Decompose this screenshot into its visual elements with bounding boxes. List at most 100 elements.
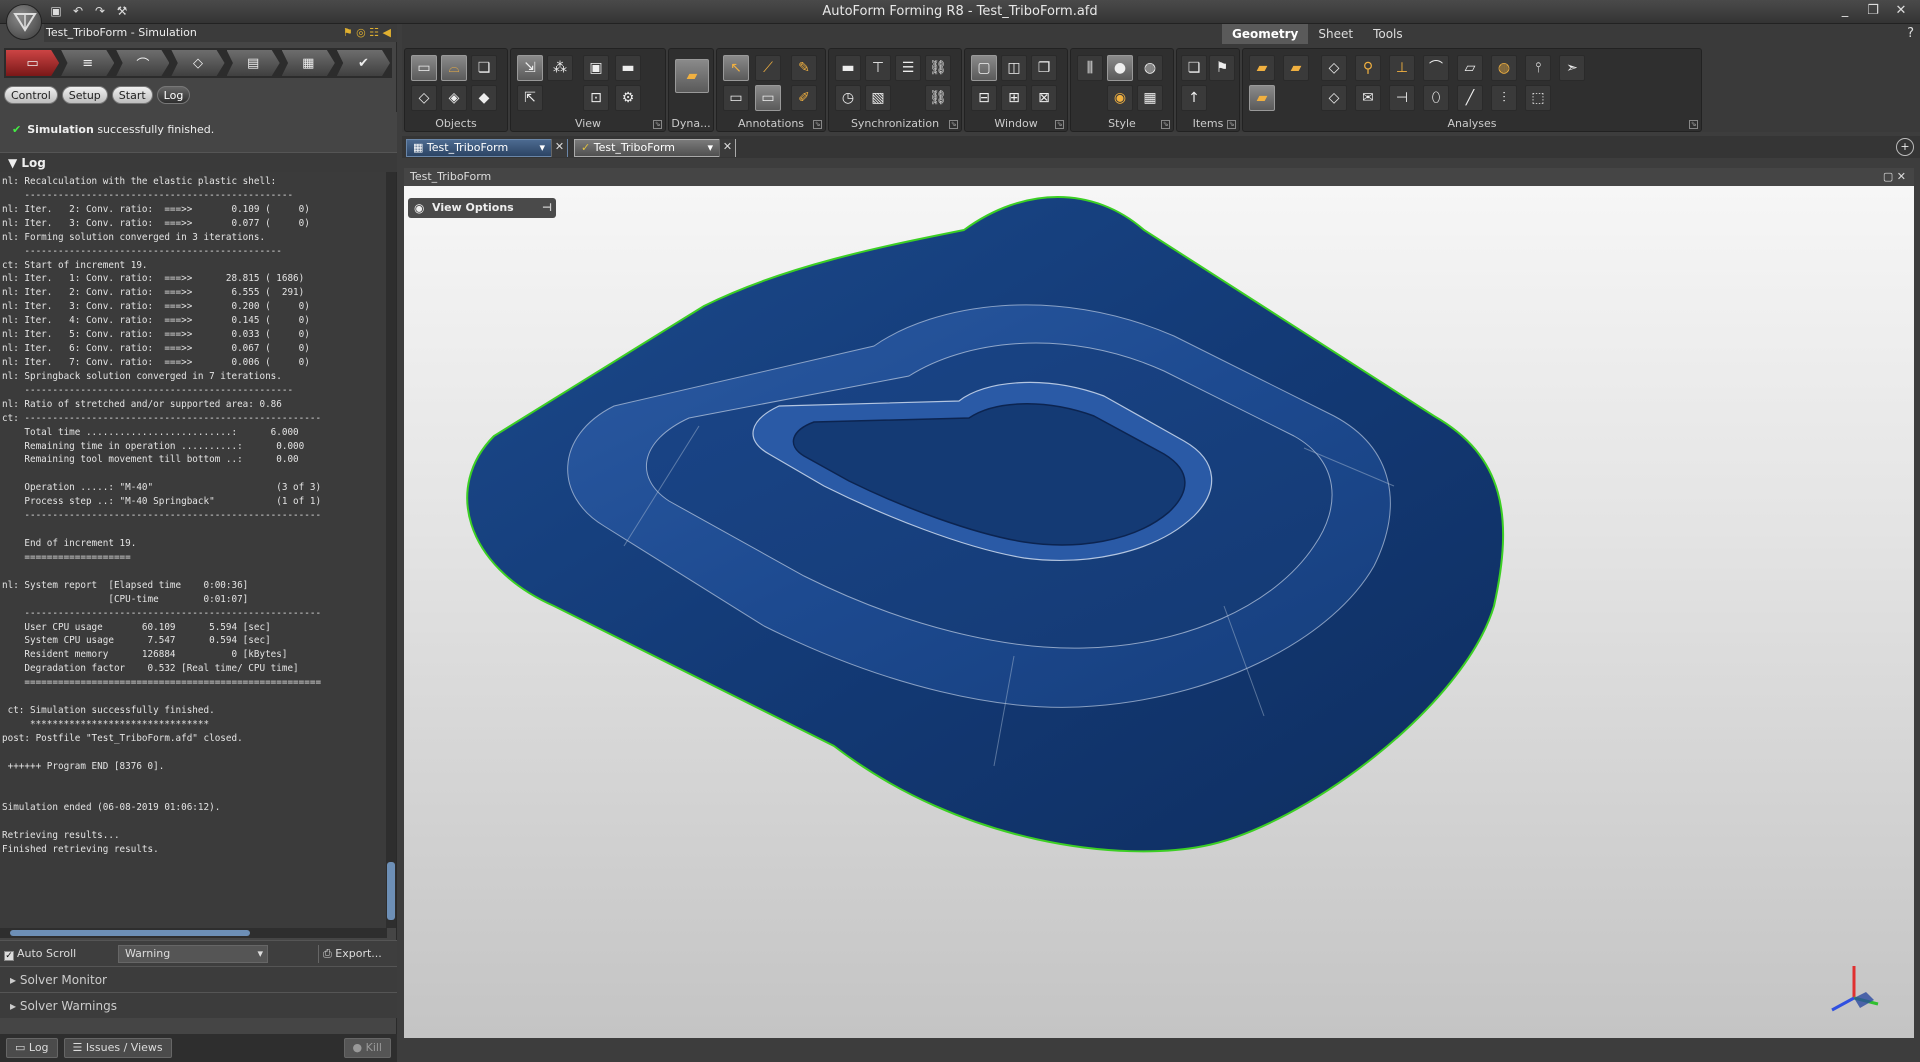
unlink-icon[interactable]: ⛓ xyxy=(925,85,951,111)
close-icon[interactable]: ✕ xyxy=(719,139,735,157)
analysis-result-icon[interactable]: ▰ xyxy=(1249,85,1275,111)
step-process-icon[interactable]: ▤ xyxy=(226,50,280,76)
tab-tools[interactable]: Tools xyxy=(1363,24,1413,44)
analysis-probe-icon[interactable]: ⫯ xyxy=(1525,55,1551,81)
select-arrow-icon[interactable]: ↖ xyxy=(723,55,749,81)
analysis-thickness-icon[interactable]: ▰ xyxy=(1249,55,1275,81)
3d-viewport[interactable]: ◉ View Options ⊣ xyxy=(404,186,1914,1038)
analysis-curve-icon[interactable]: ⌒ xyxy=(1423,55,1449,81)
analysis-measure-icon[interactable]: ⊣ xyxy=(1389,85,1415,111)
bottom-tab-issues[interactable]: ☰ Issues / Views xyxy=(63,1038,172,1058)
log-output[interactable]: nl: Recalculation with the elastic plast… xyxy=(0,172,387,928)
style-lines-icon[interactable]: ⫼ xyxy=(1077,55,1103,81)
analysis-blank-icon[interactable]: ◇ xyxy=(1321,55,1347,81)
tab-control[interactable]: Control xyxy=(4,86,58,104)
annotation-tag-icon[interactable]: ✐ xyxy=(791,85,817,111)
view-box-icon[interactable]: ▣ xyxy=(583,55,609,81)
group-items-expand[interactable]: ⇘ xyxy=(1227,120,1236,129)
pin-icon[interactable]: ⊣ xyxy=(542,198,552,218)
view-fit-icon[interactable]: ⇲ xyxy=(517,55,543,81)
document-tab-1[interactable]: ▦ Test_TriboForm ▾ ✕ xyxy=(406,139,568,157)
close-button[interactable]: ✕ xyxy=(1888,2,1914,20)
window-cascade-icon[interactable]: ❐ xyxy=(1031,55,1057,81)
analysis-pin-icon[interactable]: ⚲ xyxy=(1355,55,1381,81)
window-hsplit-icon[interactable]: ⊟ xyxy=(971,85,997,111)
link-icon[interactable]: ⛓ xyxy=(925,55,951,81)
tab-geometry[interactable]: Geometry xyxy=(1222,24,1309,44)
object-punch-icon[interactable]: ◇ xyxy=(411,85,437,111)
step-control-icon[interactable]: ▦ xyxy=(281,50,335,76)
log-section-header[interactable]: ▼ Log xyxy=(0,152,397,172)
view-copy-icon[interactable]: ⇱ xyxy=(517,85,543,111)
close-icon[interactable]: ✕ xyxy=(551,139,567,157)
tab-sheet[interactable]: Sheet xyxy=(1308,24,1363,44)
log-horizontal-scrollbar[interactable] xyxy=(0,928,387,938)
maximize-button[interactable]: ❐ xyxy=(1860,2,1886,20)
document-tab-2[interactable]: ✓ Test_TriboForm ▾ ✕ xyxy=(574,139,736,157)
style-shaded-icon[interactable]: ● xyxy=(1107,55,1133,81)
view-zoom-icon[interactable]: ⊡ xyxy=(583,85,609,111)
items-sheet-icon[interactable]: ❏ xyxy=(1181,55,1207,81)
log-filter-select[interactable]: Warning ▾ xyxy=(118,945,268,963)
group-style-expand[interactable]: ⇘ xyxy=(1161,120,1170,129)
view-grid-icon[interactable]: ⁂ xyxy=(547,55,573,81)
group-sync-expand[interactable]: ⇘ xyxy=(949,120,958,129)
object-page-icon[interactable]: ❏ xyxy=(471,55,497,81)
auto-scroll-checkbox[interactable]: ✓ Auto Scroll xyxy=(4,947,76,961)
add-tab-button[interactable]: + xyxy=(1896,138,1914,156)
sync-camera-icon[interactable]: ▬ xyxy=(835,55,861,81)
sync-map-icon[interactable]: ▧ xyxy=(865,85,891,111)
step-sheet-icon[interactable]: ▭ xyxy=(6,50,60,76)
analysis-graph-icon[interactable]: ╱ xyxy=(1457,85,1483,111)
analysis-flat-icon[interactable]: ◇ xyxy=(1321,85,1347,111)
view-options-button[interactable]: ◉ View Options ⊣ xyxy=(408,198,556,218)
label-icon[interactable]: ▭ xyxy=(723,85,749,111)
object-tool-icon[interactable]: ◆ xyxy=(471,85,497,111)
analysis-box-icon[interactable]: ⬚ xyxy=(1525,85,1551,111)
annotation-pen-icon[interactable]: ✎ xyxy=(791,55,817,81)
analysis-plane-icon[interactable]: ▱ xyxy=(1457,55,1483,81)
solver-warnings-section[interactable]: ▸ Solver Warnings xyxy=(0,992,397,1018)
camera-icon[interactable]: ▬ xyxy=(615,55,641,81)
window-single-icon[interactable]: ▢ xyxy=(971,55,997,81)
tab-start[interactable]: Start xyxy=(111,86,153,104)
group-window-expand[interactable]: ⇘ xyxy=(1055,120,1064,129)
style-wireframe-icon[interactable]: ◍ xyxy=(1137,55,1163,81)
bottom-tab-log[interactable]: ▭ Log xyxy=(6,1038,58,1058)
log-vertical-scrollbar[interactable] xyxy=(386,172,396,928)
object-sheet-icon[interactable]: ▭ xyxy=(411,55,437,81)
items-flag-icon[interactable]: ⚑ xyxy=(1209,55,1235,81)
step-blank-icon[interactable]: ◇ xyxy=(171,50,225,76)
window-quad-icon[interactable]: ⊞ xyxy=(1001,85,1027,111)
items-axis-icon[interactable]: ↑ xyxy=(1181,85,1207,111)
kill-button[interactable]: ● Kill xyxy=(343,1038,391,1058)
annotation-ruler-icon[interactable]: ⟋ xyxy=(755,55,781,81)
dyna-icon[interactable]: ▰ xyxy=(675,59,709,93)
analysis-bars-icon[interactable]: ⫶ xyxy=(1491,85,1517,111)
minimize-button[interactable]: _ xyxy=(1832,2,1858,20)
analysis-strain-icon[interactable]: ▰ xyxy=(1283,55,1309,81)
group-annotations-expand[interactable]: ⇘ xyxy=(813,120,822,129)
analysis-envelope-icon[interactable]: ✉ xyxy=(1355,85,1381,111)
window-tile-icon[interactable]: ⊠ xyxy=(1031,85,1057,111)
step-run-icon[interactable]: ✔ xyxy=(336,50,390,76)
formed-part-model[interactable] xyxy=(404,186,1914,1038)
view-rotate-icon[interactable]: ⚙ xyxy=(615,85,641,111)
sync-label-icon[interactable]: ⊤ xyxy=(865,55,891,81)
group-view-expand[interactable]: ⇘ xyxy=(653,120,662,129)
solver-monitor-section[interactable]: ▸ Solver Monitor xyxy=(0,966,397,992)
autoform-logo[interactable] xyxy=(6,4,42,40)
analysis-sphere-icon[interactable]: ◍ xyxy=(1491,55,1517,81)
tab-setup[interactable]: Setup xyxy=(61,86,108,104)
analysis-lamp-icon[interactable]: ➣ xyxy=(1559,55,1585,81)
object-die-icon[interactable]: ⌓ xyxy=(441,55,467,81)
counter-icon[interactable]: ▭ xyxy=(755,85,781,111)
analysis-axis-icon[interactable]: ⊥ xyxy=(1389,55,1415,81)
viewport-window-buttons[interactable]: ▢ ✕ xyxy=(1883,168,1906,186)
step-tools-icon[interactable]: ≡ xyxy=(61,50,115,76)
analysis-oval-icon[interactable]: ⬯ xyxy=(1423,85,1449,111)
sync-list-icon[interactable]: ☰ xyxy=(895,55,921,81)
panel-header-icons[interactable]: ⚑ ◎ ☷ ◀ xyxy=(343,24,391,42)
help-icon[interactable]: ? xyxy=(1907,26,1914,41)
tab-log[interactable]: Log xyxy=(156,86,191,104)
